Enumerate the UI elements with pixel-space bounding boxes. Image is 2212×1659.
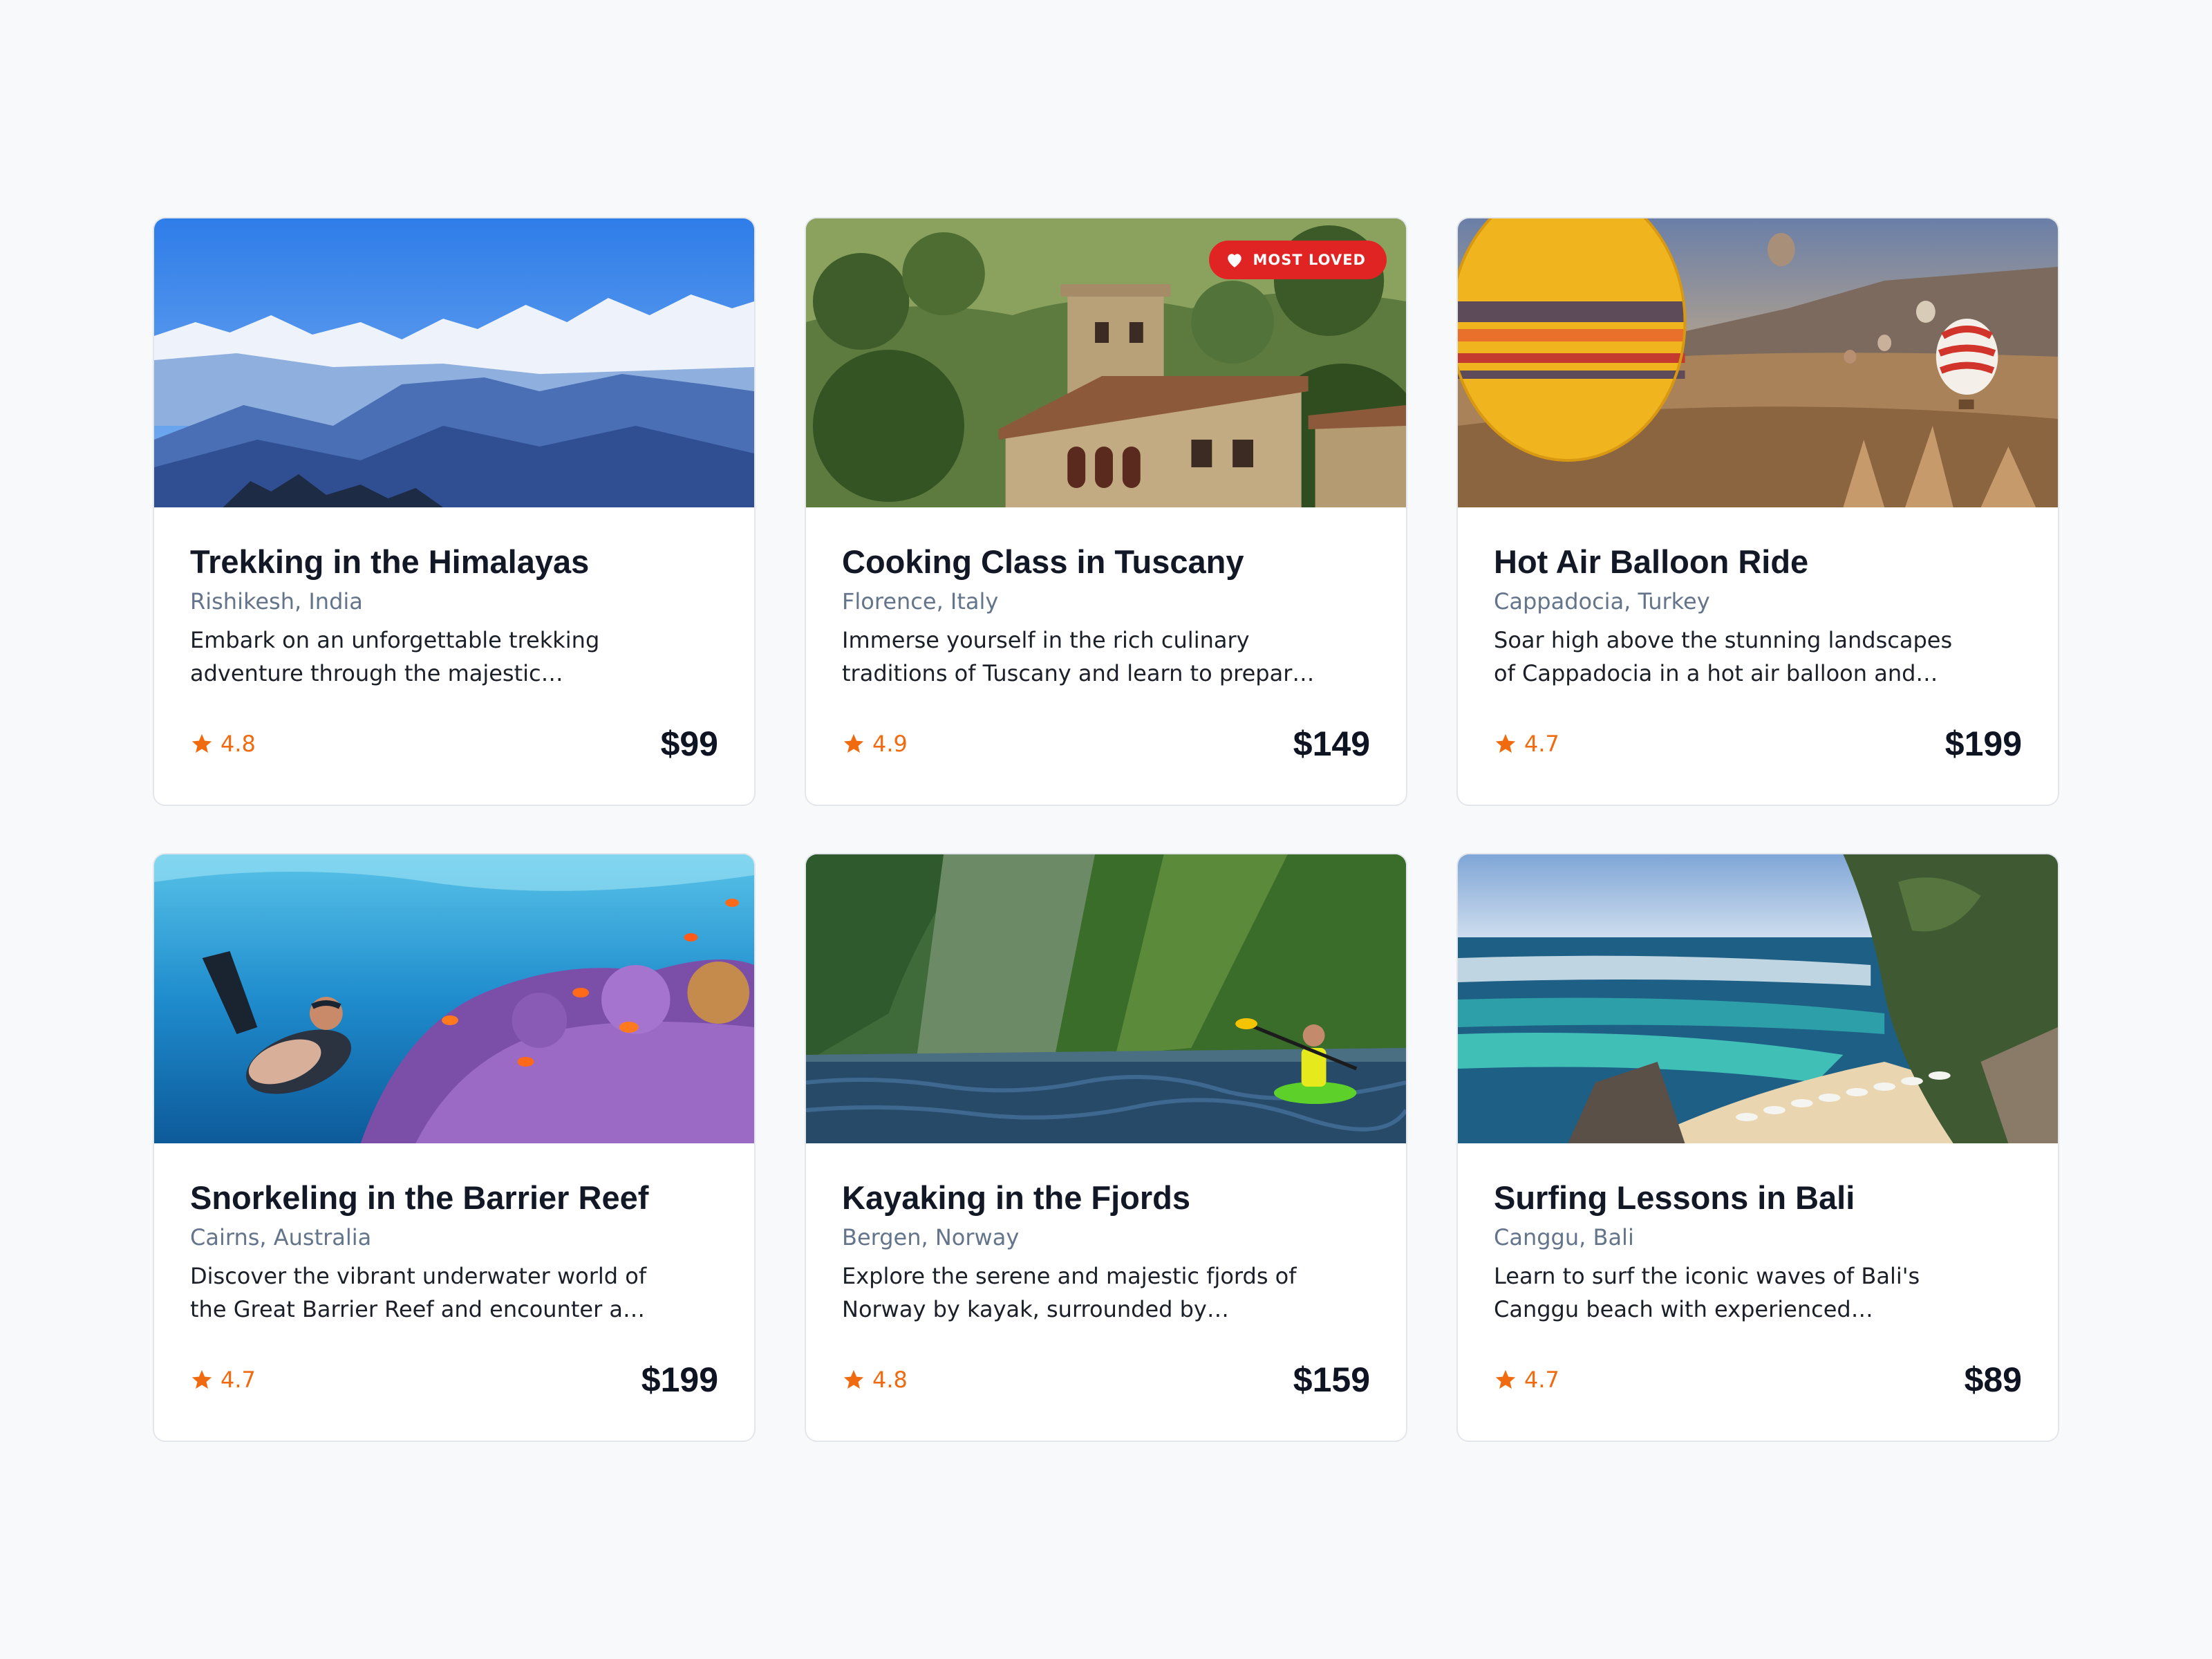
hot-air-balloons-photo	[1458, 218, 2058, 507]
badge-label: MOST LOVED	[1253, 252, 1366, 268]
rating: 4.8	[190, 731, 256, 757]
card-footer: 4.8 $99	[190, 723, 718, 765]
star-icon	[843, 733, 864, 753]
experience-card[interactable]: Trekking in the Himalayas Rishikesh, Ind…	[153, 217, 756, 806]
experience-card[interactable]: Kayaking in the Fjords Bergen, Norway Ex…	[805, 853, 1407, 1442]
card-image	[154, 218, 754, 507]
most-loved-badge: MOST LOVED	[1208, 241, 1387, 279]
star-icon	[191, 733, 212, 753]
card-location: Cappadocia, Turkey	[1494, 588, 1710, 615]
experience-card[interactable]: Snorkeling in the Barrier Reef Cairns, A…	[153, 853, 756, 1442]
card-location: Cairns, Australia	[190, 1224, 372, 1250]
card-image	[1458, 218, 2058, 507]
experience-card-grid: Trekking in the Himalayas Rishikesh, Ind…	[153, 217, 2059, 1442]
himalaya-mountains-photo	[154, 218, 754, 507]
price: $149	[1293, 724, 1370, 763]
coral-reef-diver-photo	[154, 854, 754, 1143]
rating-value: 4.8	[221, 731, 256, 757]
card-description: Discover the vibrant underwater world of…	[190, 1263, 647, 1322]
card-title: Kayaking in the Fjords	[842, 1179, 1191, 1216]
price: $99	[660, 724, 718, 763]
rating: 4.7	[1494, 731, 1559, 757]
rating-value: 4.7	[1524, 731, 1559, 757]
card-image: MOST LOVED	[806, 218, 1406, 507]
card-location: Bergen, Norway	[842, 1224, 1020, 1250]
card-description: Immerse yourself in the rich culinary tr…	[842, 627, 1315, 686]
price: $199	[1944, 724, 2022, 763]
rating-value: 4.8	[872, 1367, 908, 1393]
heart-icon	[1227, 254, 1241, 268]
star-icon	[1495, 733, 1516, 753]
card-footer: 4.9 $149	[842, 723, 1370, 765]
star-icon	[843, 1369, 864, 1389]
card-location: Rishikesh, India	[190, 588, 363, 615]
rating: 4.8	[842, 1367, 908, 1393]
rating: 4.7	[1494, 1367, 1559, 1393]
rating-value: 4.7	[221, 1367, 256, 1393]
card-footer: 4.7 $199	[1494, 723, 2022, 765]
card-footer: 4.8 $159	[842, 1359, 1370, 1400]
card-title: Snorkeling in the Barrier Reef	[190, 1179, 649, 1216]
card-description: Learn to surf the iconic waves of Bali's…	[1494, 1263, 1920, 1322]
card-title: Hot Air Balloon Ride	[1494, 543, 1809, 580]
rating: 4.7	[190, 1367, 256, 1393]
experience-card[interactable]: Surfing Lessons in Bali Canggu, Bali Lea…	[1456, 853, 2059, 1442]
rating-value: 4.7	[1524, 1367, 1559, 1393]
card-image	[806, 854, 1406, 1143]
fjord-kayaker-photo	[806, 854, 1406, 1143]
card-title: Surfing Lessons in Bali	[1494, 1179, 1855, 1216]
card-title: Trekking in the Himalayas	[190, 543, 590, 580]
star-icon	[191, 1369, 212, 1389]
price: $159	[1293, 1360, 1370, 1399]
price: $199	[641, 1360, 718, 1399]
card-image	[1458, 854, 2058, 1143]
experience-card[interactable]: Hot Air Balloon Ride Cappadocia, Turkey …	[1456, 217, 2059, 806]
rating-value: 4.9	[872, 731, 908, 757]
card-description: Soar high above the stunning landscapes …	[1494, 627, 1953, 686]
card-image	[154, 854, 754, 1143]
card-location: Florence, Italy	[842, 588, 999, 615]
bali-beach-photo	[1458, 854, 2058, 1143]
card-description: Embark on an unforgettable trekking adve…	[190, 627, 600, 686]
card-footer: 4.7 $89	[1494, 1359, 2022, 1400]
rating: 4.9	[842, 731, 908, 757]
price: $89	[1964, 1360, 2022, 1399]
star-icon	[1495, 1369, 1516, 1389]
card-description: Explore the serene and majestic fjords o…	[842, 1263, 1297, 1322]
card-title: Cooking Class in Tuscany	[842, 543, 1244, 580]
card-location: Canggu, Bali	[1494, 1224, 1634, 1250]
card-footer: 4.7 $199	[190, 1359, 718, 1400]
experience-card[interactable]: MOST LOVED Cooking Class in Tuscany Flor…	[805, 217, 1407, 806]
